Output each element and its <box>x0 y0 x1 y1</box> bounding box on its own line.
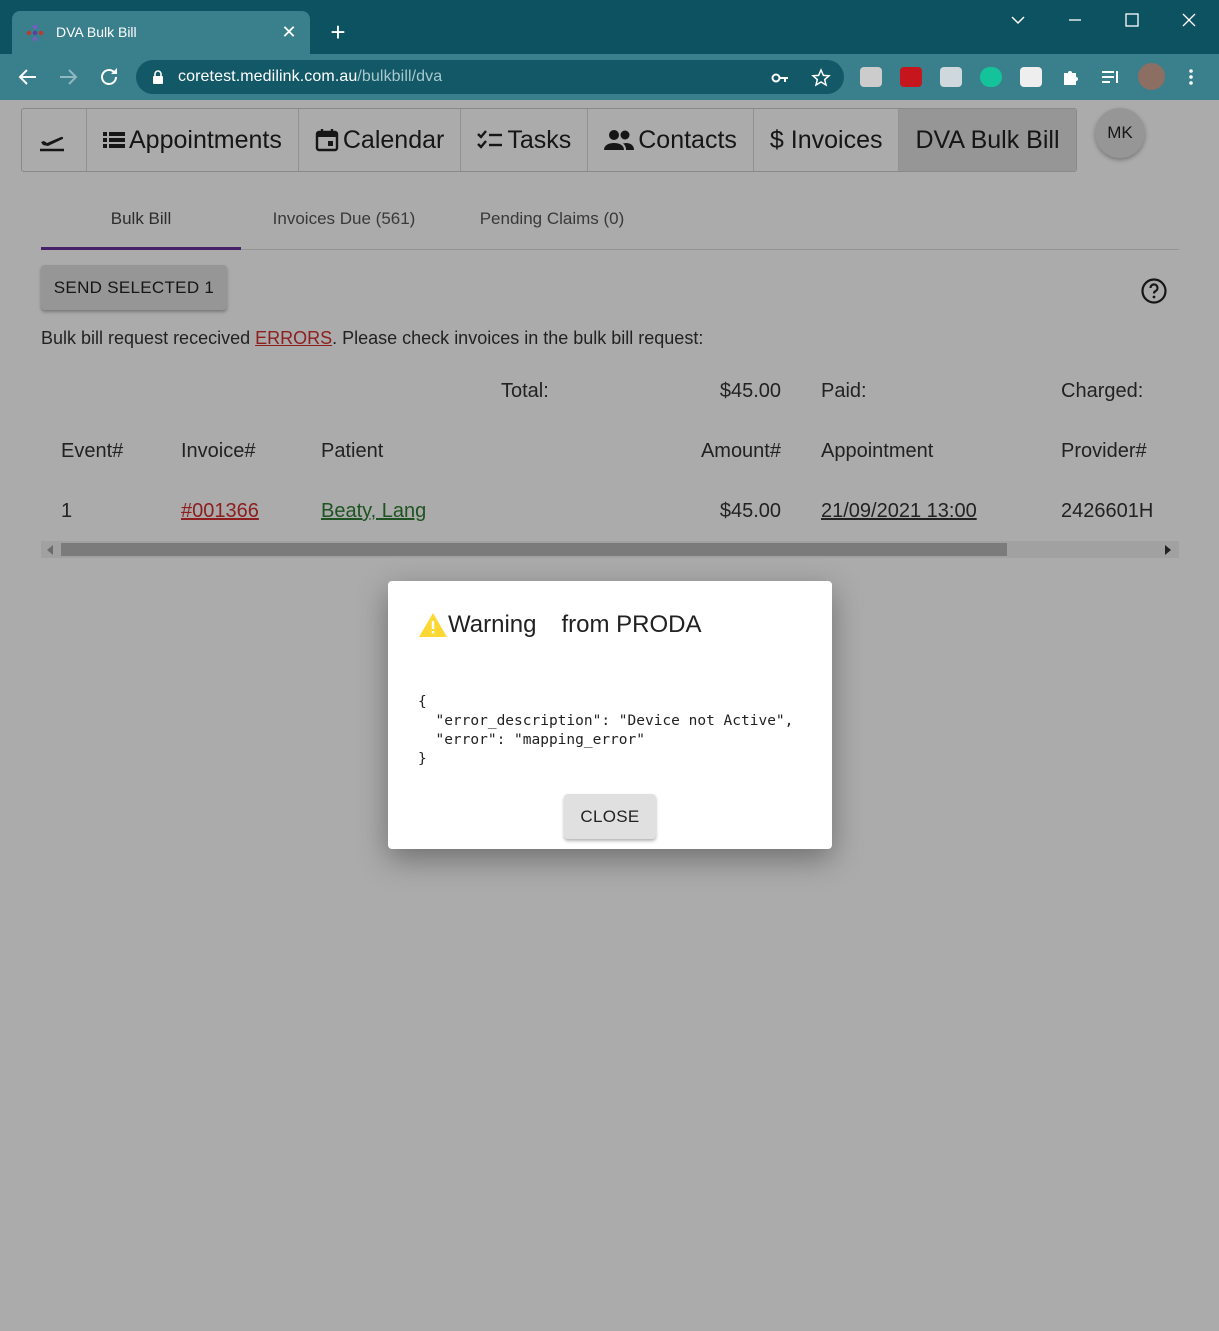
error-json: { "error_description": "Device not Activ… <box>418 694 794 767</box>
extension-icon[interactable] <box>940 67 962 87</box>
tab-title: DVA Bulk Bill <box>56 24 137 40</box>
bookmark-star-icon[interactable] <box>811 68 831 88</box>
minimize-icon[interactable] <box>1060 6 1090 34</box>
incognito-icon[interactable] <box>1020 67 1042 87</box>
browser-titlebar: DVA Bulk Bill ✕ + <box>0 0 1219 54</box>
close-button[interactable]: CLOSE <box>564 794 656 839</box>
dialog-title-warning: Warning <box>448 611 537 638</box>
url-text: coretest.medilink.com.au/bulkbill/dva <box>178 68 443 85</box>
back-arrow-icon[interactable] <box>14 63 42 91</box>
medilink-favicon-icon <box>26 24 44 42</box>
browser-toolbar: coretest.medilink.com.au/bulkbill/dva <box>0 54 1219 100</box>
kebab-menu-icon[interactable] <box>1182 67 1204 87</box>
reload-icon[interactable] <box>95 63 123 91</box>
css-viewer-icon[interactable] <box>860 67 882 87</box>
forward-arrow-icon[interactable] <box>54 63 82 91</box>
tab-close-icon[interactable]: ✕ <box>278 21 300 43</box>
reading-list-icon[interactable] <box>1100 67 1122 87</box>
profile-avatar[interactable] <box>1138 63 1165 90</box>
acrobat-icon[interactable] <box>900 67 922 87</box>
grammarly-icon[interactable] <box>980 67 1002 87</box>
lock-icon <box>153 70 163 84</box>
puzzle-extensions-icon[interactable] <box>1060 67 1082 87</box>
warning-dialog: Warning from PRODA { "error_description"… <box>388 581 832 849</box>
key-icon[interactable] <box>770 68 790 88</box>
new-tab-button[interactable]: + <box>325 19 351 45</box>
tab-search-icon[interactable] <box>1003 6 1033 34</box>
maximize-icon[interactable] <box>1117 6 1147 34</box>
dialog-title: Warning from PRODA <box>418 611 702 639</box>
dialog-title-source: from PRODA <box>561 611 702 638</box>
address-bar[interactable]: coretest.medilink.com.au/bulkbill/dva <box>136 60 844 94</box>
browser-tab[interactable]: DVA Bulk Bill ✕ <box>12 11 310 54</box>
warning-icon <box>419 613 447 637</box>
close-window-icon[interactable] <box>1174 6 1204 34</box>
